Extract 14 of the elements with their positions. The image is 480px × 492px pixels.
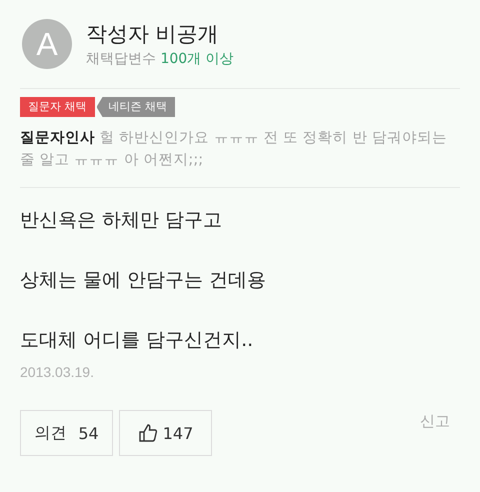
- date: 2013.03.19.: [20, 364, 95, 380]
- answer-text: 반신욕은 하체만 담구고: [20, 208, 224, 233]
- like-button[interactable]: 147: [119, 410, 212, 456]
- stat-value: 100개 이상: [160, 51, 234, 67]
- badge: 질문자 채택: [20, 97, 94, 117]
- avatar: A: [22, 19, 72, 69]
- thumbs-up-icon: [138, 423, 158, 443]
- stat-label: 채택답변수: [86, 51, 156, 67]
- greeting-text: 질문자인사 헐 하반신인가요 ㅠㅠㅠ 전 또 정확히 반 담궈야되는 줄 알고 ㅠㅠㅠ 아 어쩐지;;;: [20, 129, 448, 170]
- answer-text: 도대체 어디를 담구신건지..: [20, 328, 254, 353]
- author-name: 작성자 비공개: [86, 21, 220, 48]
- answer-text: 상체는 물에 안담구는 건데용: [20, 268, 268, 293]
- badge: 네티즌 채택: [96, 97, 175, 117]
- comments-button[interactable]: 의견 54: [20, 410, 113, 456]
